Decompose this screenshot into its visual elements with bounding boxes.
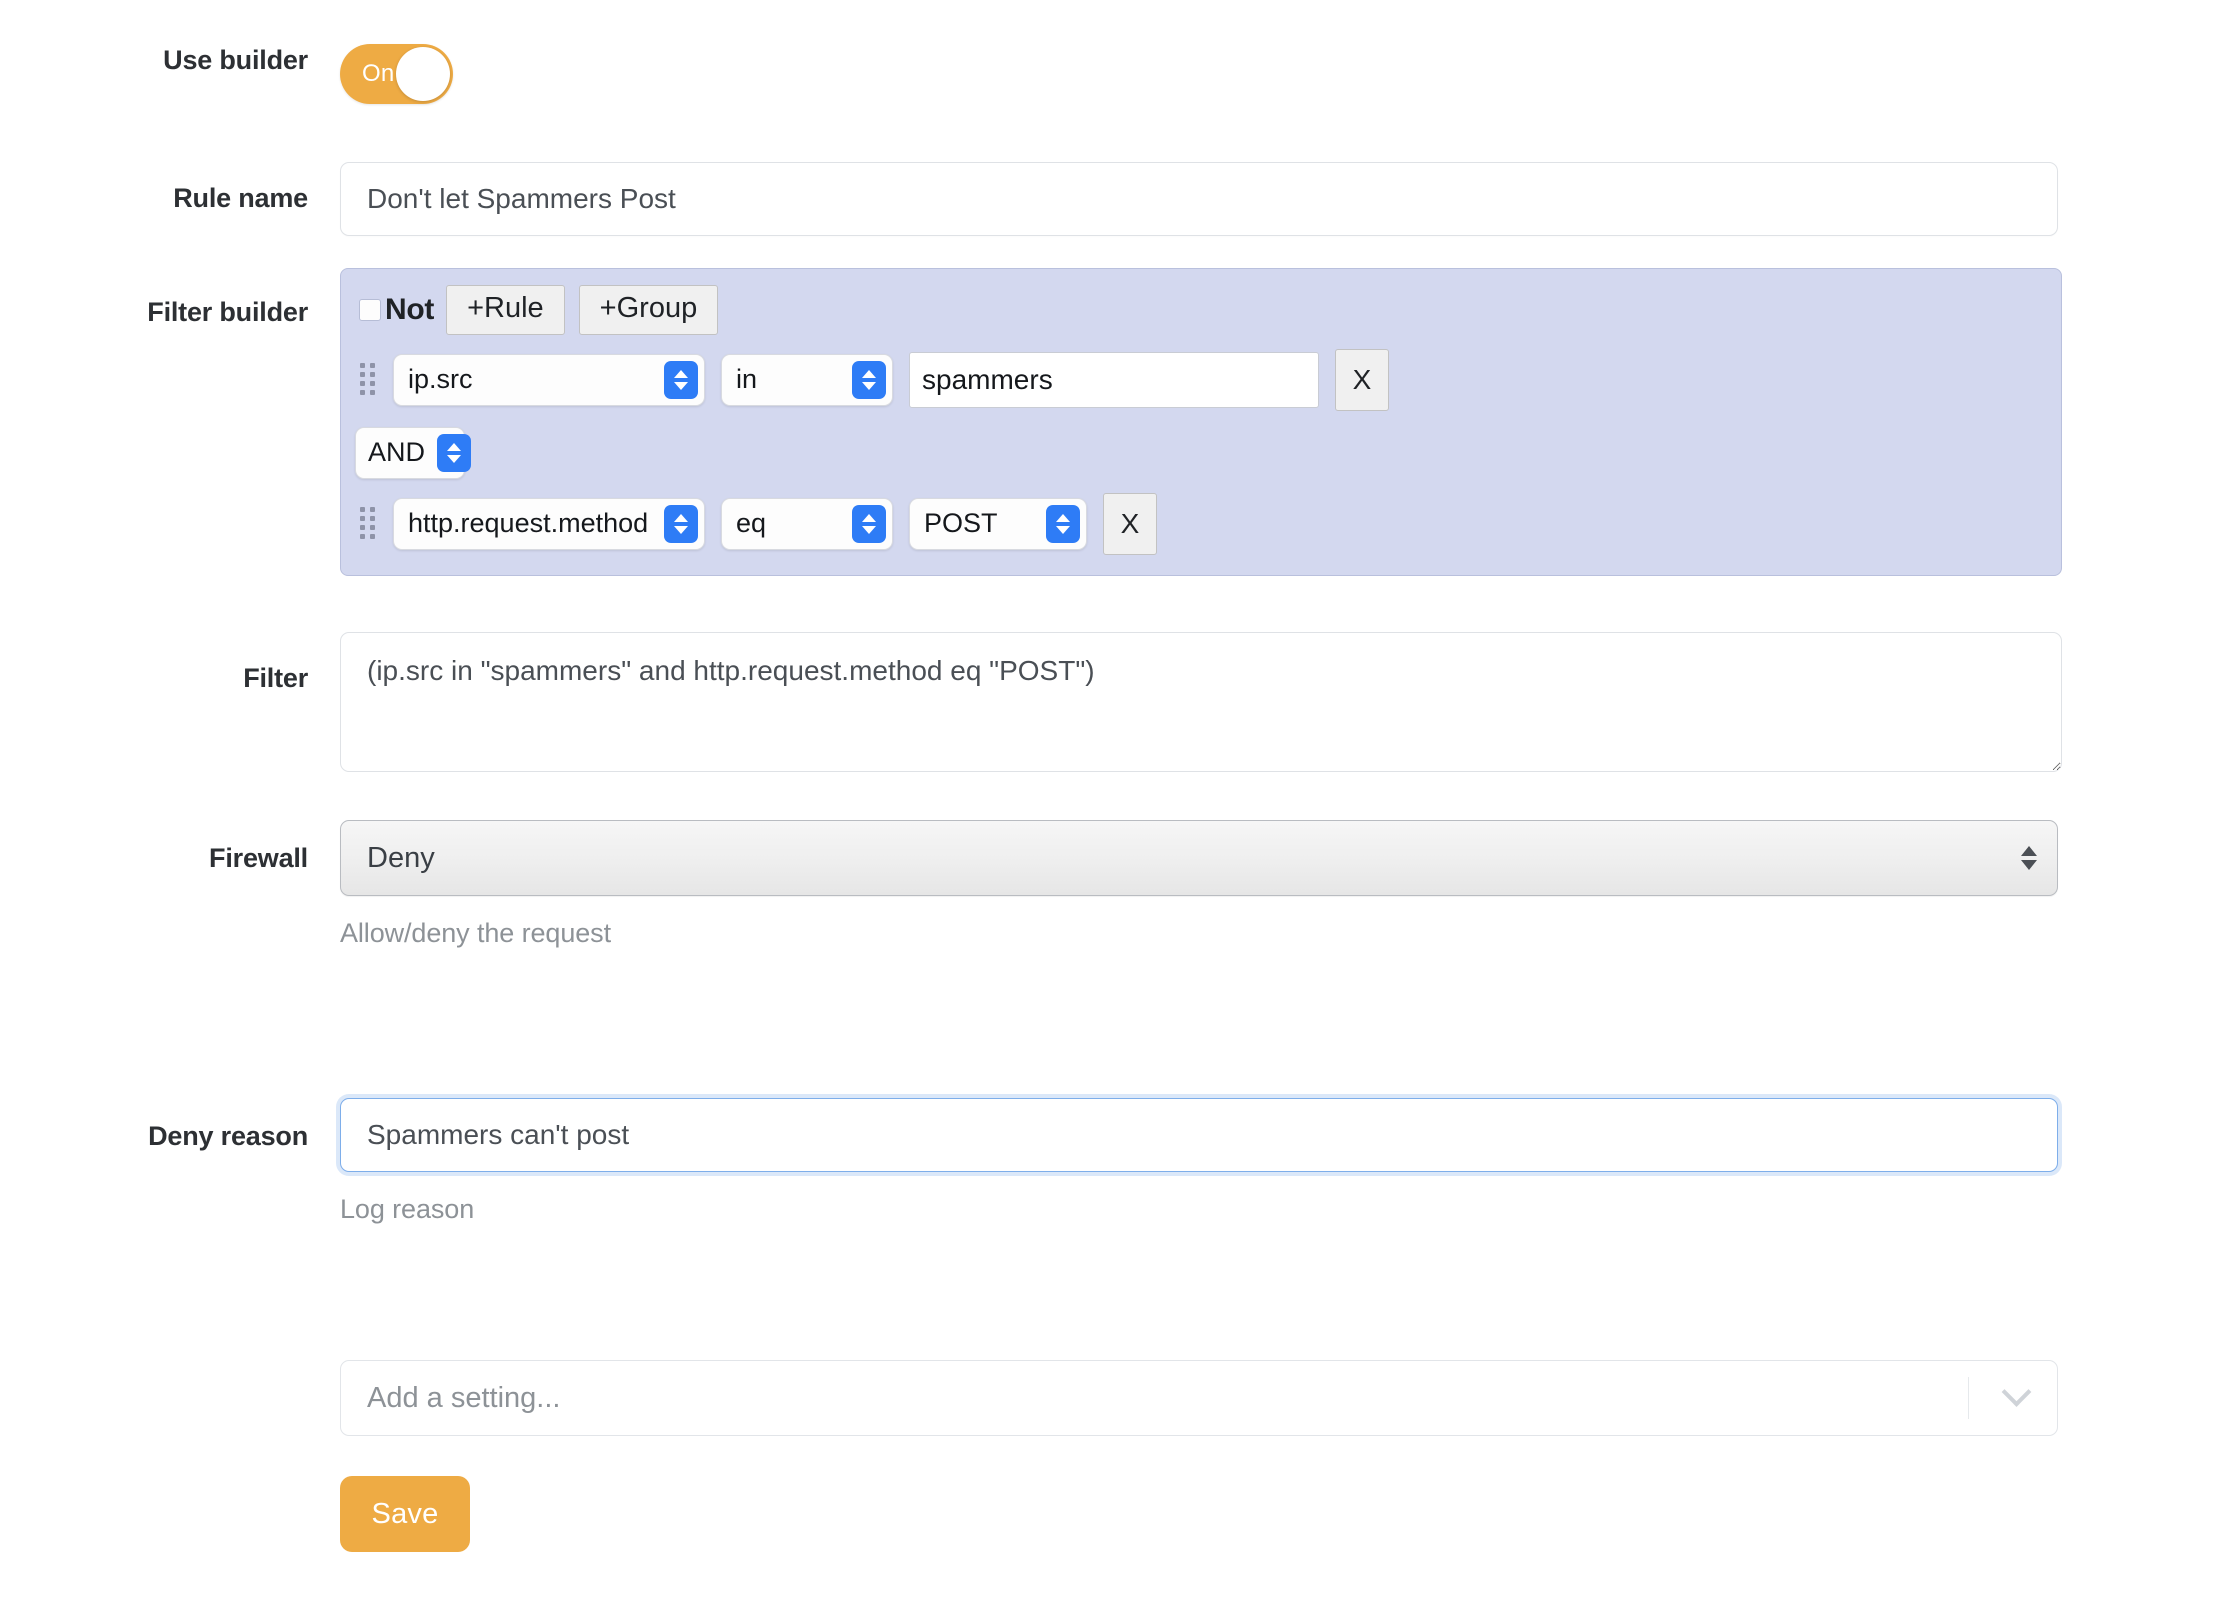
rule-field-select[interactable]: ip.src [393, 353, 705, 406]
filter-label: Filter [243, 663, 308, 693]
rule-name-label: Rule name [173, 183, 308, 213]
rule-field-value: ip.src [408, 364, 473, 395]
filter-connector-row: AND [355, 426, 2047, 479]
use-builder-toggle[interactable]: On [340, 44, 453, 104]
save-button[interactable]: Save [340, 1476, 470, 1552]
row-firewall: Firewall Deny Allow/deny the request [0, 820, 2060, 949]
sort-arrows-icon [2021, 846, 2037, 870]
use-builder-label: Use builder [163, 45, 308, 75]
filter-builder-label: Filter builder [147, 297, 308, 327]
deny-reason-help-text: Log reason [340, 1194, 475, 1224]
rule-operator-value: in [736, 364, 758, 395]
stepper-icon [1046, 504, 1080, 543]
filter-builder-toolbar: Not +Rule +Group [355, 285, 2047, 335]
not-label: Not [385, 292, 435, 326]
stepper-icon [852, 504, 886, 543]
rule-field-value: http.request.method [408, 508, 649, 539]
toggle-knob [396, 47, 450, 101]
filter-expression-textarea[interactable] [340, 632, 2062, 772]
firewall-action-select[interactable]: Deny [340, 820, 2058, 896]
connector-select[interactable]: AND [355, 426, 472, 479]
firewall-label: Firewall [209, 843, 308, 873]
row-rule-name: Rule name [0, 162, 2060, 236]
filter-builder-panel: Not +Rule +Group ip.src in spammers X AN… [340, 268, 2062, 576]
firewall-rule-form: Use builder On Rule name Filter builder … [0, 0, 2224, 1622]
row-add-setting: Add a setting... [0, 1360, 2060, 1436]
chevron-down-icon[interactable] [2001, 1377, 2032, 1407]
add-setting-placeholder: Add a setting... [367, 1381, 561, 1414]
add-rule-button[interactable]: +Rule [446, 285, 565, 335]
combobox-separator [1968, 1377, 1969, 1419]
deny-reason-input[interactable] [340, 1098, 2058, 1172]
deny-reason-label: Deny reason [148, 1121, 308, 1151]
row-filter-builder: Filter builder Not +Rule +Group ip.src i… [0, 268, 2062, 576]
add-group-button[interactable]: +Group [578, 285, 719, 335]
rule-operator-select[interactable]: eq [721, 497, 893, 550]
rule-field-select[interactable]: http.request.method [393, 497, 705, 550]
stepper-icon [664, 360, 698, 399]
toggle-state-label: On [362, 60, 395, 87]
remove-rule-button[interactable]: X [1335, 348, 1389, 411]
filter-rule-row: http.request.method eq POST X [355, 492, 2047, 555]
row-deny-reason: Deny reason Log reason [0, 1098, 2060, 1225]
remove-rule-button[interactable]: X [1103, 492, 1157, 555]
row-use-builder: Use builder On [0, 44, 2060, 104]
stepper-icon [437, 433, 472, 472]
row-save: Save [0, 1476, 2060, 1552]
rule-operator-select[interactable]: in [721, 353, 893, 406]
not-checkbox[interactable] [359, 298, 381, 321]
rule-operator-value: eq [736, 508, 767, 539]
row-filter: Filter [0, 632, 2062, 777]
connector-value: AND [368, 437, 426, 468]
drag-handle-icon[interactable] [355, 507, 381, 541]
rule-value-input[interactable] [909, 351, 1319, 408]
filter-rule-row: ip.src in X [355, 348, 2047, 411]
add-setting-combobox[interactable]: Add a setting... [340, 1360, 2058, 1436]
drag-handle-icon[interactable] [355, 363, 381, 397]
rule-value-text: POST [924, 508, 998, 539]
stepper-icon [852, 360, 886, 399]
stepper-icon [664, 504, 698, 543]
firewall-action-value: Deny [367, 841, 435, 874]
firewall-help-text: Allow/deny the request [340, 918, 611, 948]
rule-name-input[interactable] [340, 162, 2058, 236]
rule-value-select[interactable]: POST [909, 497, 1087, 550]
